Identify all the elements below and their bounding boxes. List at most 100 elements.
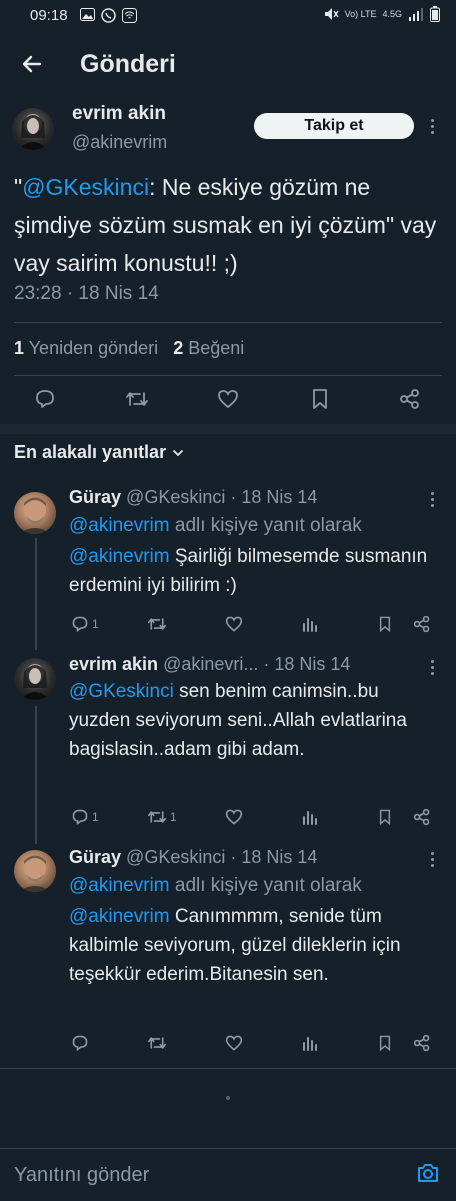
views-button[interactable] bbox=[301, 808, 319, 826]
bookmark-button[interactable] bbox=[377, 808, 393, 826]
network-label: 4.5G bbox=[382, 9, 402, 19]
avatar[interactable] bbox=[12, 108, 54, 150]
reply-actions: 1 1 bbox=[69, 808, 439, 830]
retweets-stat[interactable]: 1 Yeniden gönderi bbox=[14, 338, 158, 358]
like-button[interactable] bbox=[225, 1034, 243, 1052]
reply-icon bbox=[72, 1035, 88, 1052]
views-icon bbox=[303, 618, 317, 632]
engagement-stats: 1 Yeniden gönderi 2 Beğeni bbox=[14, 338, 244, 359]
like-button[interactable] bbox=[225, 615, 243, 633]
gallery-icon bbox=[80, 8, 95, 23]
reply-icon bbox=[72, 616, 88, 633]
bookmark-icon bbox=[379, 1035, 391, 1052]
likes-stat[interactable]: 2 Beğeni bbox=[173, 338, 244, 358]
views-button[interactable] bbox=[301, 615, 319, 633]
like-icon bbox=[225, 1035, 243, 1051]
bookmark-button[interactable] bbox=[377, 615, 393, 633]
reply-context: @akinevrim adlı kişiye yanıt olarak bbox=[69, 875, 362, 896]
divider bbox=[14, 322, 442, 323]
share-icon[interactable] bbox=[399, 388, 421, 410]
author-handle[interactable]: @akinevrim bbox=[72, 132, 167, 153]
mention-link[interactable]: @akinevrim bbox=[69, 546, 170, 567]
follow-button[interactable]: Takip et bbox=[254, 113, 414, 139]
reply-button[interactable] bbox=[71, 1034, 92, 1052]
reply-actions: 1 bbox=[69, 615, 439, 637]
share-button[interactable] bbox=[413, 1034, 431, 1052]
reply-text: @GKeskinci sen benim canimsin..bu yuzden… bbox=[69, 681, 407, 760]
thread-line bbox=[35, 538, 37, 650]
like-icon bbox=[225, 616, 243, 632]
reply-header: Güray @GKeskinci · 18 Nis 14 bbox=[69, 487, 318, 507]
like-button[interactable] bbox=[225, 808, 243, 826]
more-options-icon[interactable] bbox=[431, 660, 435, 678]
wifi-icon bbox=[122, 8, 137, 23]
share-icon bbox=[413, 808, 430, 826]
tweet-actions bbox=[0, 384, 456, 416]
share-icon bbox=[413, 615, 430, 633]
more-options-icon[interactable] bbox=[431, 852, 435, 870]
reply-author-name[interactable]: Güray bbox=[69, 487, 121, 507]
reply-button[interactable]: 1 bbox=[71, 808, 99, 826]
retweet-button[interactable] bbox=[147, 615, 170, 633]
lte-label: Vo) LTE bbox=[344, 9, 377, 19]
bookmark-icon[interactable] bbox=[309, 388, 331, 410]
camera-icon[interactable] bbox=[416, 1161, 440, 1185]
battery-icon bbox=[430, 6, 440, 22]
like-icon[interactable] bbox=[217, 388, 239, 410]
more-options-icon[interactable] bbox=[431, 492, 435, 510]
reply-author-name[interactable]: evrim akin bbox=[69, 654, 158, 674]
avatar[interactable] bbox=[14, 492, 56, 534]
reply-text: @akinevrim Canımmmm, senide tüm kalbimle… bbox=[69, 906, 401, 985]
reply-icon[interactable] bbox=[34, 388, 56, 410]
top-app-bar: Gönderi bbox=[0, 40, 456, 92]
reply-header: evrim akin @akinevri... · 18 Nis 14 bbox=[69, 654, 351, 674]
reply-author-name[interactable]: Güray bbox=[69, 847, 121, 867]
like-icon bbox=[225, 809, 243, 825]
divider bbox=[0, 1068, 456, 1069]
reply-author-handle[interactable]: @GKeskinci bbox=[126, 847, 225, 867]
section-separator bbox=[0, 424, 456, 434]
retweet-icon bbox=[148, 1037, 166, 1049]
avatar[interactable] bbox=[14, 850, 56, 892]
signal-icon bbox=[408, 7, 424, 21]
retweet-button[interactable] bbox=[147, 1034, 170, 1052]
reply-actions bbox=[69, 1034, 439, 1056]
mention-link[interactable]: @GKeskinci bbox=[22, 174, 149, 200]
mention-link[interactable]: @akinevrim bbox=[69, 906, 170, 927]
back-arrow-icon[interactable] bbox=[20, 52, 44, 76]
reply-input[interactable] bbox=[12, 1159, 396, 1191]
chevron-down-icon bbox=[172, 449, 184, 457]
avatar[interactable] bbox=[14, 658, 56, 700]
retweet-button[interactable]: 1 bbox=[147, 808, 177, 826]
author-name[interactable]: evrim akin bbox=[72, 103, 166, 125]
bookmark-icon bbox=[379, 809, 391, 826]
thread-line bbox=[35, 706, 37, 844]
reply-sort-selector[interactable]: En alakalı yanıtlar bbox=[14, 442, 184, 463]
share-icon bbox=[413, 1034, 430, 1052]
more-options-icon[interactable] bbox=[431, 119, 435, 137]
bookmark-button[interactable] bbox=[377, 1034, 393, 1052]
views-button[interactable] bbox=[301, 1034, 319, 1052]
bookmark-icon bbox=[379, 616, 391, 633]
reply-header: Güray @GKeskinci · 18 Nis 14 bbox=[69, 847, 318, 867]
whatsapp-icon bbox=[101, 8, 116, 23]
share-button[interactable] bbox=[413, 615, 431, 633]
reply-composer bbox=[0, 1148, 456, 1201]
reply-author-handle[interactable]: @akinevri... bbox=[163, 654, 258, 674]
divider bbox=[14, 375, 442, 376]
page-title: Gönderi bbox=[80, 50, 176, 78]
mute-icon bbox=[323, 6, 339, 22]
tweet-timestamp: 23:28 · 18 Nis 14 bbox=[14, 283, 159, 304]
share-button[interactable] bbox=[413, 808, 431, 826]
reply-author-handle[interactable]: @GKeskinci bbox=[126, 487, 225, 507]
retweet-icon[interactable] bbox=[125, 388, 148, 410]
reply-text: @akinevrim Şairliği bilmesemde susmanın … bbox=[69, 546, 428, 596]
status-bar: 09:18 Vo) LTE 4.5G bbox=[0, 0, 456, 32]
reply-button[interactable]: 1 bbox=[71, 615, 99, 633]
status-time: 09:18 bbox=[30, 7, 68, 24]
mention-link[interactable]: @GKeskinci bbox=[69, 681, 174, 702]
reply-context: @akinevrim adlı kişiye yanıt olarak bbox=[69, 515, 362, 536]
loading-dot bbox=[226, 1096, 230, 1100]
views-icon bbox=[303, 1037, 317, 1051]
reply-icon bbox=[72, 809, 88, 826]
